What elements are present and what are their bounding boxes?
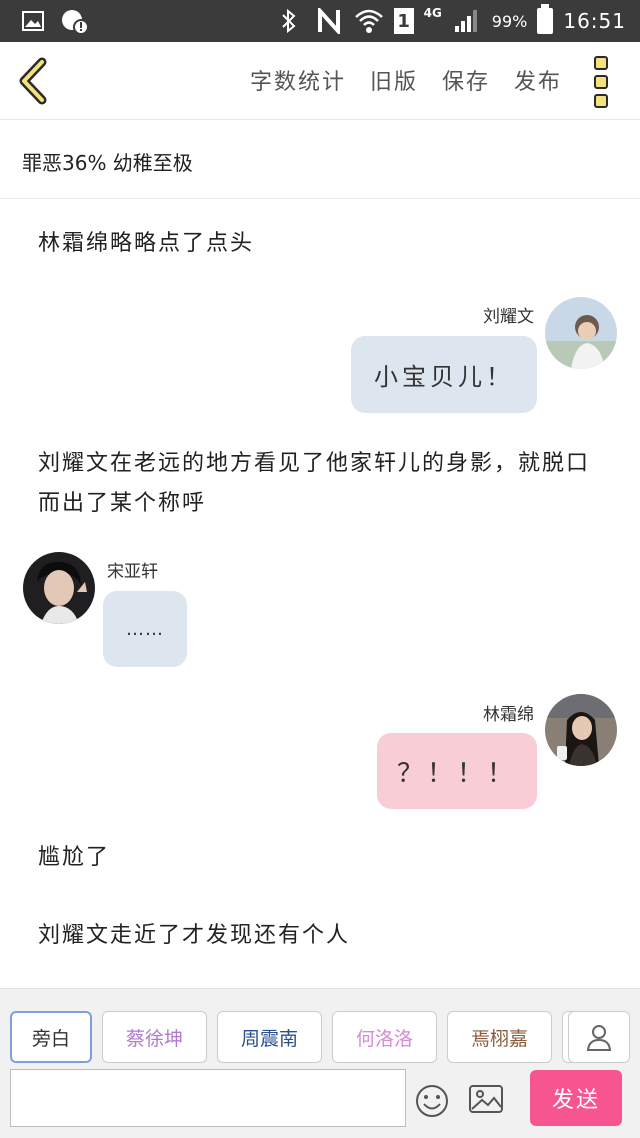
sender-name: 林霜绵 [483, 705, 534, 725]
bluetooth-icon [274, 6, 304, 36]
character-tab[interactable]: 焉栩嘉 [447, 1011, 552, 1063]
notification-warning-icon [60, 6, 90, 36]
image-icon[interactable] [468, 1083, 504, 1117]
compose-panel: 旁白 蔡徐坤 周震南 何洛洛 焉栩嘉 发送 [0, 988, 640, 1138]
narration-text: 刘耀文走近了才发现还有个人 [38, 923, 351, 948]
message-bubble[interactable]: …… [103, 591, 187, 667]
battery-icon [537, 4, 554, 34]
status-bar: 1 4G 99% 16:51 [0, 0, 640, 42]
narration-text: 尴尬了 [38, 845, 111, 870]
sender-name: 刘耀文 [483, 307, 534, 327]
word-count-button[interactable]: 字数统计 [250, 64, 346, 96]
chevron-left-icon [19, 57, 47, 105]
character-tab[interactable]: 周震南 [217, 1011, 322, 1063]
battery-percent: 99% [491, 11, 528, 31]
save-button[interactable]: 保存 [442, 64, 490, 96]
back-button[interactable] [14, 56, 54, 106]
message-bubble[interactable]: ？！！！ [377, 733, 537, 809]
old-version-button[interactable]: 旧版 [370, 64, 418, 96]
avatar[interactable] [545, 297, 617, 369]
nfc-icon [314, 6, 344, 36]
message-input[interactable] [10, 1069, 406, 1127]
narration-text: 林霜绵略略点了点头 [38, 231, 255, 256]
clock: 16:51 [563, 9, 626, 33]
send-button[interactable]: 发送 [530, 1070, 622, 1126]
wifi-icon [354, 6, 384, 36]
emoji-icon[interactable] [414, 1083, 450, 1119]
character-selector: 旁白 蔡徐坤 周震南 何洛洛 焉栩嘉 [10, 1011, 574, 1063]
image-icon [18, 6, 48, 36]
top-toolbar: 字数统计 旧版 保存 发布 [0, 42, 640, 120]
chat-area[interactable]: 林霜绵略略点了点头 刘耀文 小宝贝儿！ 刘耀文在老远的地方看见了他家轩儿的身影，… [0, 200, 640, 988]
network-type: 4G [423, 6, 442, 20]
publish-button[interactable]: 发布 [514, 64, 562, 96]
character-tab[interactable]: 何洛洛 [332, 1011, 437, 1063]
signal-icon [452, 6, 482, 36]
story-subtitle: 罪恶36% 幼稚至极 [0, 121, 640, 199]
character-tab[interactable]: 蔡徐坤 [102, 1011, 207, 1063]
sim-slot-badge: 1 [393, 8, 414, 34]
avatar[interactable] [23, 552, 95, 624]
message-bubble[interactable]: 小宝贝儿！ [351, 336, 537, 413]
person-icon [586, 1025, 612, 1051]
character-tab-narrator[interactable]: 旁白 [10, 1011, 92, 1063]
avatar[interactable] [545, 694, 617, 766]
narration-text: 刘耀文在老远的地方看见了他家轩儿的身影，就脱口而出了某个称呼 [38, 451, 591, 516]
sender-name: 宋亚轩 [107, 562, 158, 582]
manage-characters-button[interactable] [568, 1011, 630, 1063]
more-menu-icon[interactable] [594, 56, 616, 108]
